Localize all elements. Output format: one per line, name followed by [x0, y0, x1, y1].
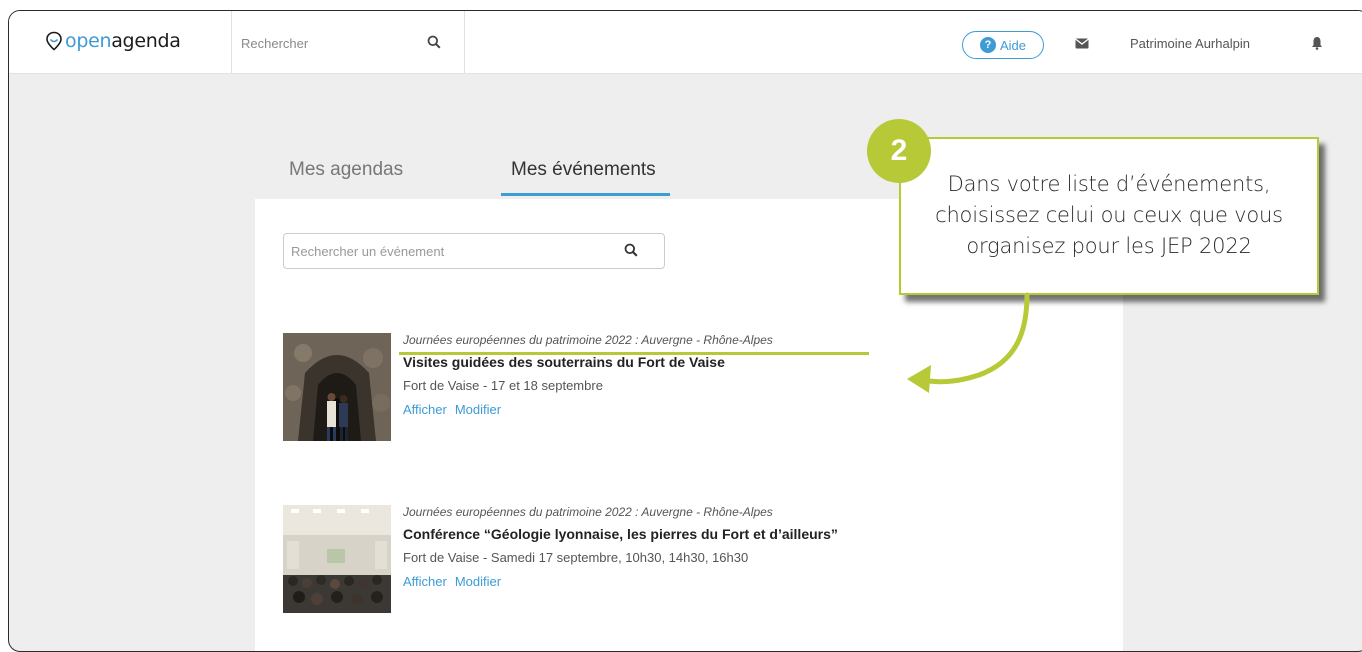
event-search-input[interactable]: Rechercher un événement — [291, 244, 444, 259]
event-thumbnail-conference[interactable] — [283, 505, 391, 613]
screenshot-frame: open agenda Rechercher ? Aide Patrimoine … — [8, 10, 1362, 652]
event-location-date: Fort de Vaise - 17 et 18 septembre — [403, 378, 603, 393]
step-number-badge: 2 — [867, 119, 931, 183]
view-event-link[interactable]: Afficher — [403, 574, 447, 589]
search-icon[interactable] — [624, 243, 638, 257]
event-agenda-name: Journées européennes du patrimoine 2022 … — [403, 333, 773, 347]
edit-event-link[interactable]: Modifier — [455, 402, 501, 417]
tab-mes-evenements[interactable]: Mes événements — [511, 159, 656, 181]
event-details: Journées européennes du patrimoine 2022 … — [399, 333, 869, 417]
tab-mes-agendas[interactable]: Mes agendas — [289, 159, 403, 181]
event-thumbnail-tunnel[interactable] — [283, 333, 391, 441]
global-search[interactable]: Rechercher — [231, 11, 464, 73]
instruction-callout: Dans votre liste d’événements, choisisse… — [899, 137, 1319, 295]
bell-icon[interactable] — [1311, 36, 1323, 50]
user-menu[interactable]: Patrimoine Aurhalpin — [1130, 36, 1250, 51]
callout-line: organisez pour les JEP 2022 — [966, 234, 1252, 258]
event-title[interactable]: Visites guidées des souterrains du Fort … — [403, 354, 773, 370]
top-navigation-bar: open agenda Rechercher ? Aide Patrimoine … — [9, 11, 1362, 74]
event-agenda-name: Journées européennes du patrimoine 2022 … — [403, 505, 773, 519]
mail-icon[interactable] — [1075, 38, 1089, 49]
edit-event-link[interactable]: Modifier — [455, 574, 501, 589]
view-event-link[interactable]: Afficher — [403, 402, 447, 417]
highlight-underline — [399, 352, 869, 355]
callout-text: Dans votre liste d’événements, choisisse… — [901, 169, 1317, 262]
global-search-input[interactable]: Rechercher — [241, 36, 308, 51]
active-tab-indicator — [501, 193, 670, 196]
event-actions: Afficher Modifier — [403, 402, 773, 417]
callout-line: Dans votre liste d’événements, — [947, 172, 1271, 196]
divider — [464, 11, 465, 73]
help-button[interactable]: ? Aide — [962, 31, 1044, 59]
event-actions: Afficher Modifier — [403, 574, 838, 589]
help-icon: ? — [979, 37, 996, 53]
help-button-label: Aide — [999, 37, 1027, 53]
event-details: Journées européennes du patrimoine 2022 … — [403, 505, 838, 589]
event-location-date: Fort de Vaise - Samedi 17 septembre, 10h… — [403, 550, 749, 565]
logo-text-open: open — [65, 30, 112, 52]
curved-arrow-icon — [907, 292, 1030, 393]
openagenda-logo[interactable]: open agenda — [45, 30, 181, 52]
event-search-field[interactable]: Rechercher un événement — [283, 233, 665, 269]
pin-icon — [46, 31, 62, 51]
callout-line: choisissez celui ou ceux que vous — [935, 203, 1283, 227]
logo-text-agenda: agenda — [111, 30, 181, 52]
search-icon[interactable] — [427, 35, 441, 49]
event-title[interactable]: Conférence “Géologie lyonnaise, les pier… — [403, 526, 838, 542]
